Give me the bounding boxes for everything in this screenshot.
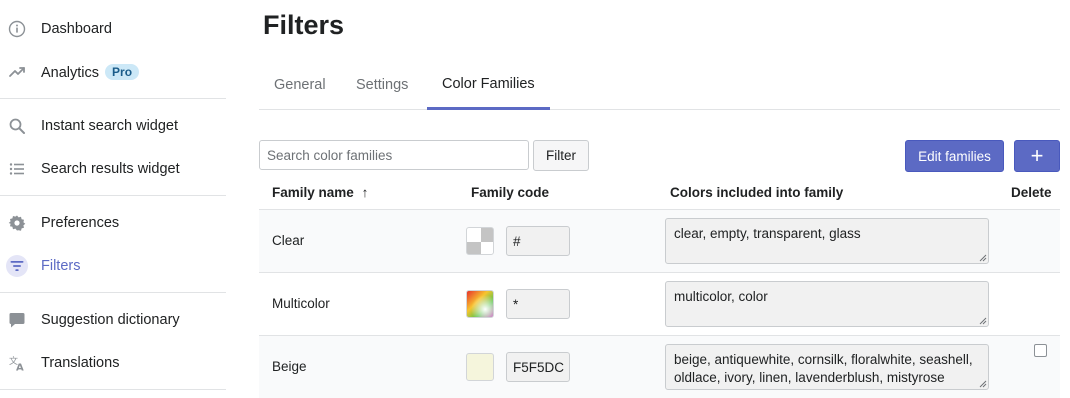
- filter-icon: [6, 255, 28, 277]
- filter-button[interactable]: Filter: [533, 140, 589, 171]
- sidebar-divider: [0, 98, 226, 99]
- sidebar-divider: [0, 292, 226, 293]
- sidebar-item-label: Suggestion dictionary: [41, 312, 180, 328]
- colors-textarea[interactable]: clear, empty, transparent, glass: [665, 218, 989, 264]
- tab-bar: General Settings Color Families: [259, 60, 1060, 110]
- column-header-family-name[interactable]: Family name ↑: [272, 185, 368, 200]
- resize-handle-icon[interactable]: [979, 254, 987, 262]
- chat-bubble-icon: [6, 309, 28, 331]
- colors-text: clear, empty, transparent, glass: [674, 226, 861, 241]
- sidebar-item-suggestion-dictionary[interactable]: Suggestion dictionary: [0, 302, 226, 338]
- sidebar-item-filters[interactable]: Filters: [0, 248, 226, 284]
- colors-textarea[interactable]: beige, antiquewhite, cornsilk, floralwhi…: [665, 344, 989, 390]
- sidebar-item-instant-search-widget[interactable]: Instant search widget: [0, 108, 226, 144]
- sidebar-item-label: Analytics: [41, 64, 100, 81]
- table-row: Beige F5F5DC beige, antiquewhite, cornsi…: [259, 335, 1060, 398]
- table-row: Multicolor * multicolor, color: [259, 272, 1060, 335]
- sidebar-item-label: Dashboard: [41, 21, 112, 37]
- colors-textarea[interactable]: multicolor, color: [665, 281, 989, 327]
- svg-text:A: A: [16, 363, 24, 373]
- translate-icon: 文A: [6, 352, 28, 374]
- sidebar-item-label: Translations: [41, 355, 120, 371]
- add-family-button[interactable]: +: [1014, 140, 1060, 172]
- delete-checkbox[interactable]: [1034, 344, 1047, 357]
- family-name: Clear: [272, 233, 305, 248]
- colors-text: multicolor, color: [674, 289, 768, 304]
- table-row: Clear # clear, empty, transparent, glass: [259, 209, 1060, 272]
- gear-icon: [6, 212, 28, 234]
- list-icon: [6, 158, 28, 180]
- sidebar-item-translations[interactable]: 文A Translations: [0, 345, 226, 381]
- sidebar-item-label: Instant search widget: [41, 118, 179, 134]
- pro-badge: Pro: [105, 63, 140, 80]
- main-content: Filters General Settings Color Families …: [226, 0, 1070, 398]
- family-code-input[interactable]: F5F5DC: [506, 352, 570, 382]
- sidebar-divider: [0, 389, 226, 390]
- sort-ascending-icon: ↑: [361, 185, 369, 200]
- family-code-input[interactable]: *: [506, 289, 570, 319]
- sidebar-item-label-wrap: Analytics Pro: [41, 63, 140, 81]
- tab-general[interactable]: General: [259, 60, 341, 109]
- sidebar-item-label: Preferences: [41, 215, 120, 231]
- edit-families-button[interactable]: Edit families: [905, 140, 1004, 172]
- sidebar-item-preferences[interactable]: Preferences: [0, 205, 226, 241]
- sidebar-item-analytics[interactable]: Analytics Pro: [0, 54, 226, 90]
- column-header-family-code: Family code: [471, 185, 550, 200]
- column-header-colors: Colors included into family: [670, 185, 844, 200]
- resize-handle-icon[interactable]: [979, 380, 987, 388]
- tab-settings[interactable]: Settings: [341, 60, 423, 109]
- colors-text: beige, antiquewhite, cornsilk, floralwhi…: [674, 352, 973, 385]
- page-title: Filters: [263, 10, 345, 40]
- sidebar-item-dashboard[interactable]: Dashboard: [0, 11, 226, 47]
- plus-icon: +: [1030, 143, 1044, 168]
- column-header-delete: Delete: [1011, 185, 1052, 200]
- sidebar: Dashboard Analytics Pro Instant search wi…: [0, 0, 226, 396]
- search-input[interactable]: [259, 140, 529, 170]
- search-icon: [6, 115, 28, 137]
- tab-color-families[interactable]: Color Families: [427, 60, 550, 110]
- sidebar-divider: [0, 195, 226, 196]
- family-name: Multicolor: [272, 296, 330, 311]
- column-header-label: Family name: [272, 185, 354, 200]
- color-swatch-checkered[interactable]: [466, 227, 494, 255]
- sidebar-item-label: Search results widget: [41, 161, 180, 177]
- color-swatch-beige[interactable]: [466, 353, 494, 381]
- resize-handle-icon[interactable]: [979, 317, 987, 325]
- sidebar-item-search-results-widget[interactable]: Search results widget: [0, 151, 226, 187]
- trending-up-icon: [6, 61, 28, 83]
- sidebar-item-label: Filters: [41, 258, 81, 274]
- color-swatch-gradient[interactable]: [466, 290, 494, 318]
- info-circle-icon: [6, 18, 28, 40]
- family-code-input[interactable]: #: [506, 226, 570, 256]
- family-name: Beige: [272, 359, 307, 374]
